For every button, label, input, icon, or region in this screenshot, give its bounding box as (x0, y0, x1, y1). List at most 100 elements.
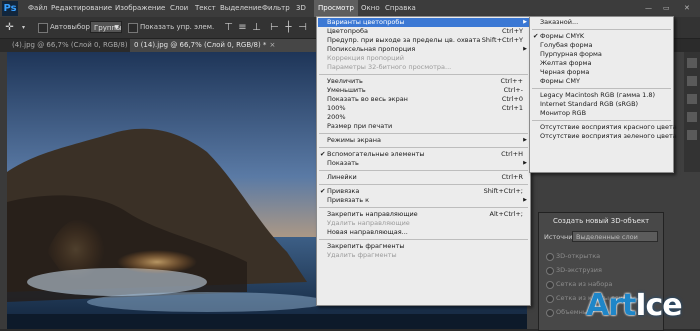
view-menu-item[interactable]: ✔ Привязка Shift+Ctrl+; (318, 187, 529, 196)
view-menu-item[interactable]: Закрепить фрагменты (318, 242, 529, 251)
view-menu-item-label: Увеличить (327, 77, 363, 85)
proof-submenu-item[interactable]: Голубая форма (531, 41, 672, 50)
view-menu-item[interactable]: Цветопроба Ctrl+Y (318, 27, 529, 36)
chevron-down-icon[interactable]: ▾ (17, 21, 30, 34)
show-controls-checkbox[interactable] (128, 23, 138, 33)
view-menu-item[interactable]: Варианты цветопробы ▶ (318, 18, 529, 27)
menu-window[interactable]: Окно (361, 0, 380, 17)
proof-submenu-item[interactable]: ✔ Формы CMYK (531, 32, 672, 41)
proof-submenu-item[interactable]: Желтая форма (531, 59, 672, 68)
proof-submenu-item[interactable]: Монитор RGB (531, 109, 672, 118)
chevron-down-icon: ▼ (114, 24, 119, 31)
autoselect-checkbox[interactable] (38, 23, 48, 33)
menu-separator (532, 120, 671, 121)
show-controls-label: Показать упр. элем. (140, 23, 215, 31)
view-menu-item-label: Линейки (327, 173, 357, 181)
view-menu-item[interactable]: 200% (318, 113, 529, 122)
proof-submenu-item-label: Отсутствие восприятия зеленого цвета (540, 132, 677, 140)
autoselect-label: Автовыбор: (50, 23, 93, 31)
menu-image[interactable]: Изображение (115, 0, 165, 17)
view-menu-item[interactable]: Показать ▶ (318, 159, 529, 168)
shortcut-label: Alt+Ctrl+; (489, 210, 523, 218)
history-icon[interactable] (687, 58, 697, 68)
view-menu-item[interactable]: 100% Ctrl+1 (318, 104, 529, 113)
menu-3d[interactable]: 3D (296, 0, 306, 17)
align-middle-icon[interactable]: ≡ (236, 21, 249, 34)
checkmark-icon: ✔ (320, 187, 326, 195)
view-menu-item-label: Удалить направляющие (327, 219, 410, 227)
tools-panel[interactable] (0, 52, 7, 329)
view-menu-item: Удалить направляющие (318, 219, 529, 228)
menu-filter[interactable]: Фильтр (262, 0, 290, 17)
view-menu-item[interactable]: ✔ Вспомогательные элементы Ctrl+H (318, 150, 529, 159)
view-menu-item[interactable]: Привязать к ▶ (318, 196, 529, 205)
view-menu-item[interactable]: Попиксельная пропорция ▶ (318, 45, 529, 54)
shortcut-label: Ctrl+H (501, 150, 523, 158)
radio-postcard[interactable] (546, 253, 554, 261)
menu-view[interactable]: Просмотр (314, 0, 358, 17)
tab-document-1[interactable]: (4).jpg @ 66,7% (Слой 0, RGB/8) *× (8, 39, 142, 52)
shortcut-label: Ctrl+Y (502, 27, 523, 35)
proof-submenu-item[interactable]: Internet Standard RGB (sRGB) (531, 100, 672, 109)
menu-separator (319, 74, 528, 75)
move-tool-icon[interactable]: ✛ (3, 21, 16, 34)
minimize-icon[interactable]: — (645, 0, 652, 17)
align-right-icon[interactable]: ⊣ (296, 21, 309, 34)
shortcut-label: Shift+Ctrl+Y (481, 36, 523, 44)
paragraph-icon[interactable] (687, 112, 697, 122)
radio-extrusion[interactable] (546, 267, 554, 275)
menu-file[interactable]: Файл (28, 0, 47, 17)
proof-submenu-item[interactable]: Legacy Macintosh RGB (гамма 1.8) (531, 91, 672, 100)
radio-volume[interactable] (546, 309, 554, 317)
panel-icon-strip (684, 52, 700, 172)
proof-submenu-item[interactable]: Пурпурная форма (531, 50, 672, 59)
view-menu-item[interactable]: Размер при печати (318, 122, 529, 131)
character-icon[interactable] (687, 94, 697, 104)
view-menu-item-label: Попиксельная пропорция (327, 45, 416, 53)
view-menu-item[interactable]: Новая направляющая... (318, 228, 529, 237)
menu-separator (319, 147, 528, 148)
proof-submenu-item[interactable]: Формы CMY (531, 77, 672, 86)
proof-submenu-item[interactable]: Черная форма (531, 68, 672, 77)
menu-help[interactable]: Справка (385, 0, 416, 17)
menu-layers[interactable]: Слои (170, 0, 188, 17)
tab-label: (4).jpg @ 66,7% (Слой 0, RGB/8) * (12, 41, 134, 49)
tab-document-2[interactable]: 0 (14).jpg @ 66,7% (Слой 0, RGB/8) * × (130, 39, 316, 52)
proof-submenu-item[interactable]: Отсутствие восприятия красного цвета (531, 123, 677, 132)
close-icon[interactable]: ✕ (684, 0, 690, 17)
align-center-icon[interactable]: ┼ (282, 21, 295, 34)
align-top-icon[interactable]: ⊤ (222, 21, 235, 34)
menu-select[interactable]: Выделение (220, 0, 262, 17)
proof-submenu-item[interactable]: Заказной... (531, 18, 672, 27)
properties-icon[interactable] (687, 130, 697, 140)
align-bottom-icon[interactable]: ⊥ (250, 21, 263, 34)
view-menu-item[interactable]: Закрепить направляющие Alt+Ctrl+; (318, 210, 529, 219)
view-menu-item[interactable]: Увеличить Ctrl++ (318, 77, 529, 86)
shortcut-label: Ctrl++ (500, 77, 523, 85)
proof-submenu-item-label: Internet Standard RGB (sRGB) (540, 100, 639, 108)
view-menu-item-label: Параметры 32-битного просмотра... (327, 63, 452, 71)
brush-icon[interactable] (687, 76, 697, 86)
view-menu-item-label: Уменьшить (327, 86, 366, 94)
close-icon[interactable]: × (269, 39, 275, 52)
photoshop-logo: Ps (2, 1, 18, 16)
view-menu-item[interactable]: Уменьшить Ctrl+- (318, 86, 529, 95)
view-menu-item-label: 200% (327, 113, 346, 121)
view-menu-item[interactable]: Режимы экрана ▶ (318, 136, 529, 145)
radio-mesh-preset[interactable] (546, 281, 554, 289)
view-menu-item[interactable]: Показать во весь экран Ctrl+0 (318, 95, 529, 104)
proof-submenu-item[interactable]: Отсутствие восприятия зеленого цвета (531, 132, 677, 141)
view-menu-item[interactable]: Линейки Ctrl+R (318, 173, 529, 182)
menu-edit[interactable]: Редактирование (51, 0, 112, 17)
menu-type[interactable]: Текст (195, 0, 216, 17)
option-mesh-preset: Сетка из набора (556, 280, 613, 288)
align-left-icon[interactable]: ⊢ (268, 21, 281, 34)
autoselect-dropdown[interactable]: Группы ▼ (90, 21, 122, 33)
shortcut-label: Ctrl+1 (501, 104, 523, 112)
view-menu-item-label: Варианты цветопробы (327, 18, 405, 26)
radio-depth-map[interactable] (546, 295, 554, 303)
source-select[interactable]: Выделенные слои (572, 231, 658, 242)
maximize-icon[interactable]: ▭ (663, 0, 670, 17)
view-menu-item[interactable]: Предупр. при выходе за пределы цв. охват… (318, 36, 529, 45)
checkmark-icon: ✔ (533, 32, 539, 40)
